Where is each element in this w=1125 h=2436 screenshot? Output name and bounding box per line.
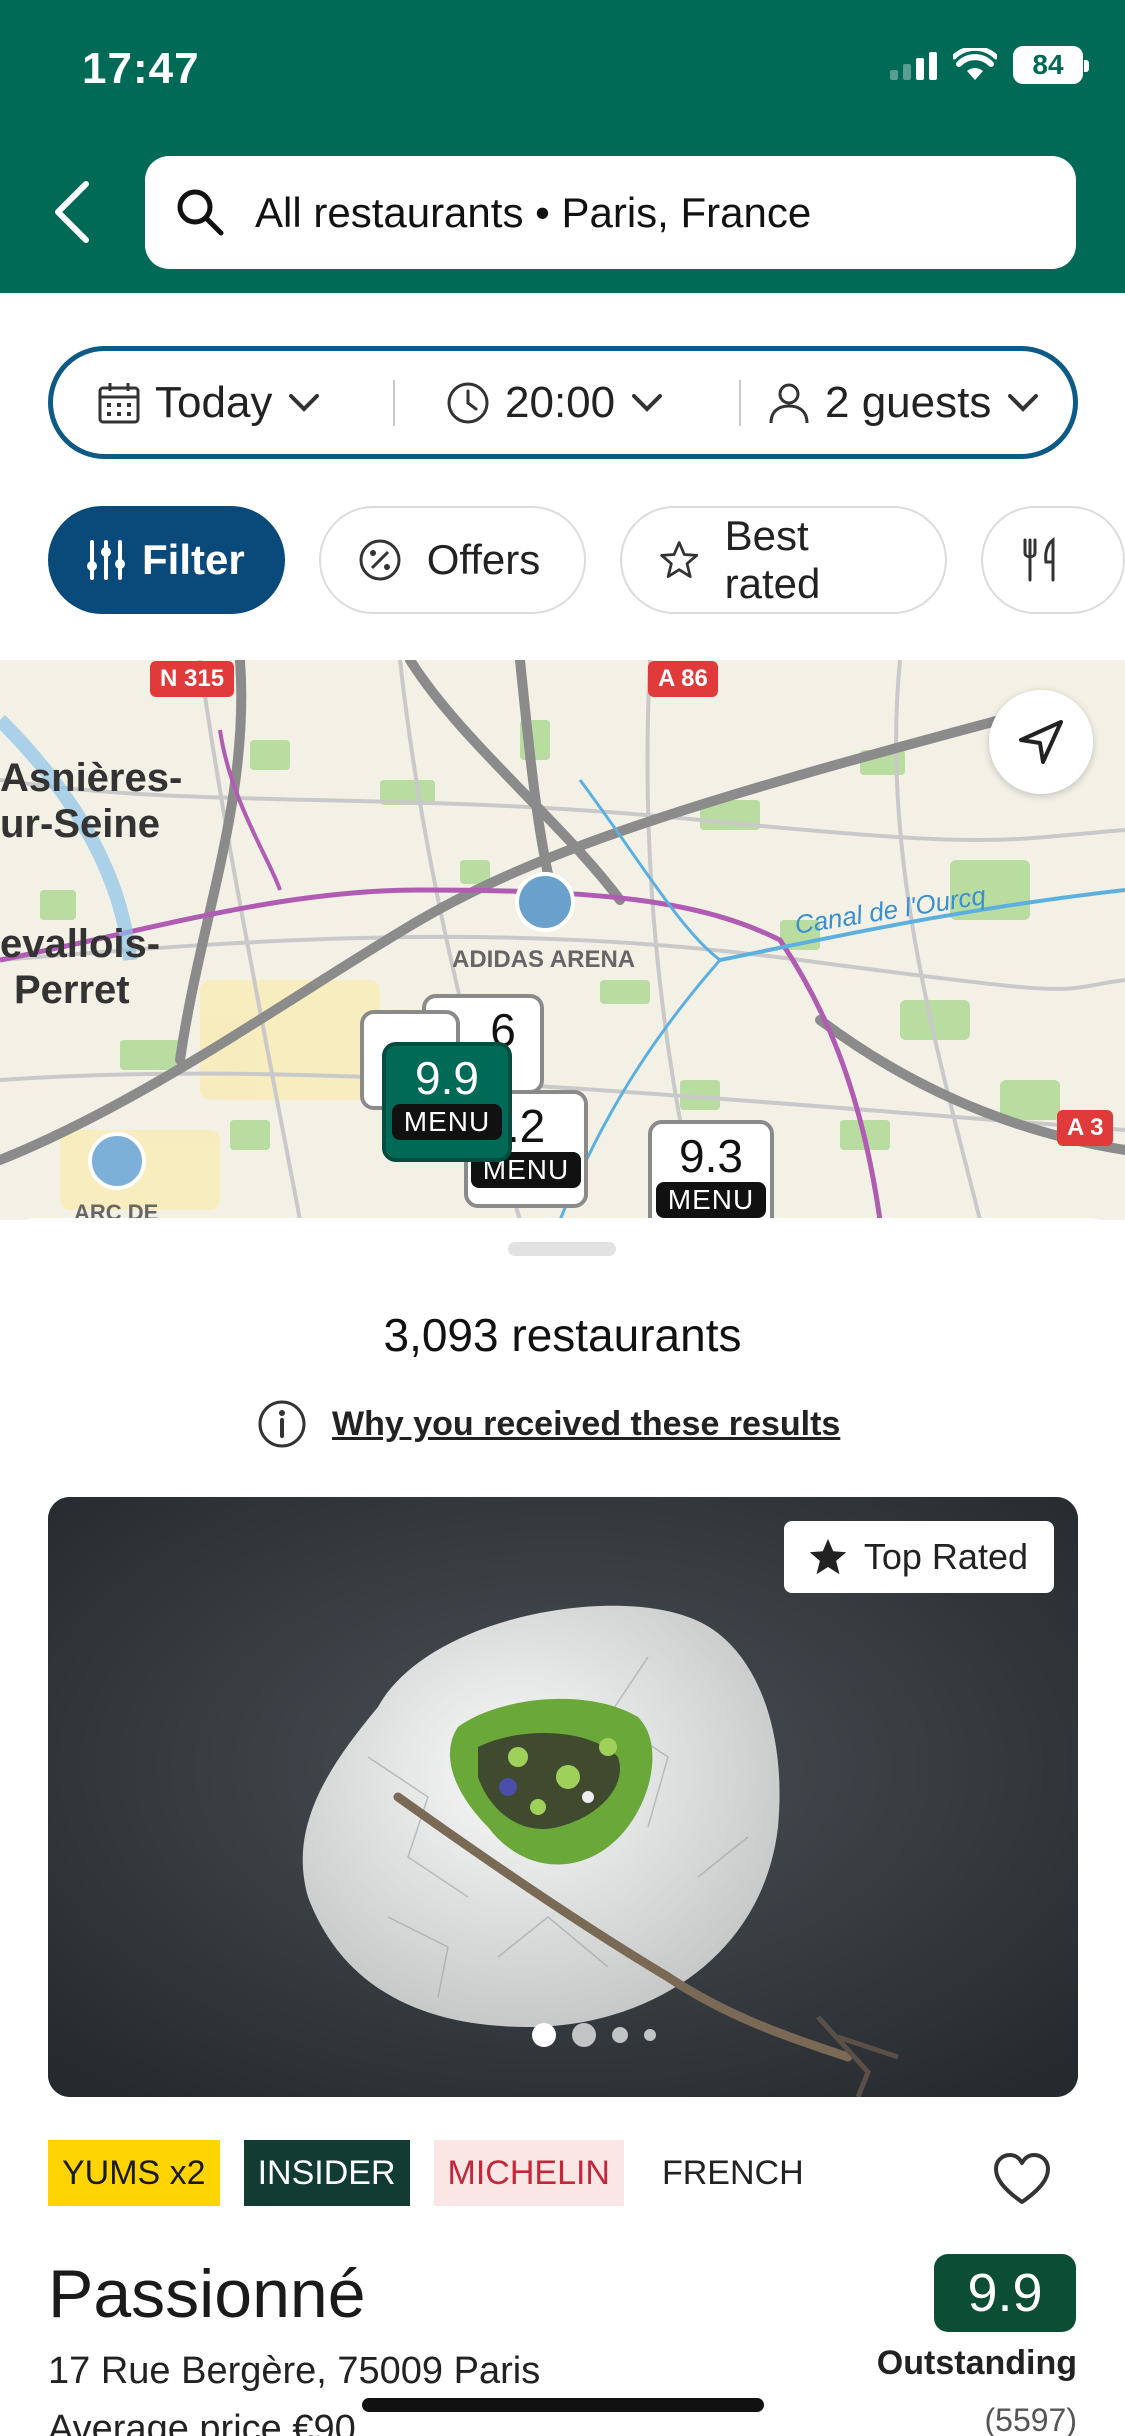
top-rated-label: Top Rated (863, 1536, 1028, 1577)
status-time: 17:47 (82, 44, 200, 93)
filter-chip-label: Filter (142, 536, 245, 583)
chevron-down-icon (632, 393, 663, 412)
pin-score: .2 (506, 1100, 546, 1152)
header: 17:47 84 All restaurants • Paris, France (0, 0, 1125, 293)
restaurant-pin-selected[interactable]: 9.9 MENU (382, 1042, 512, 1162)
battery-icon: 84 (1013, 46, 1089, 84)
road-badge-a3: A 3 (1057, 1110, 1114, 1146)
calendar-icon (98, 382, 140, 423)
wifi-icon (953, 48, 997, 80)
results-count: 3,093 restaurants (383, 1309, 742, 1361)
best-rated-chip[interactable]: Best rated (620, 506, 947, 614)
arc-poi-icon[interactable] (88, 1132, 146, 1190)
map-label-arena: ADIDAS ARENA (452, 946, 636, 973)
restaurant-photo-carousel[interactable]: Top Rated (48, 1497, 1078, 2097)
map-view[interactable]: N 315 A 86 A 3 Asnières- ur-Seine evallo… (0, 660, 1125, 1220)
location-arrow-icon (1019, 720, 1063, 764)
locate-me-button[interactable] (989, 690, 1093, 794)
map-label-levallois-2: Perret (14, 968, 130, 1012)
pin-menu-label: MENU (391, 1104, 503, 1140)
search-input[interactable]: All restaurants • Paris, France (145, 156, 1076, 269)
chevron-down-icon (289, 393, 320, 412)
carousel-dot-active[interactable] (532, 2023, 556, 2047)
rating-score-badge: 9.9 (934, 2254, 1076, 2332)
sheet-drag-handle[interactable] (508, 1242, 616, 1256)
restaurant-average-price: Average price €90 (48, 2408, 356, 2436)
pin-score: 9.3 (679, 1130, 743, 1182)
time-selector[interactable]: 20:00 (395, 351, 739, 454)
tag-insider: INSIDER (243, 2140, 410, 2206)
search-text: All restaurants • Paris, France (255, 188, 812, 236)
offers-chip[interactable]: Offers (318, 506, 587, 614)
restaurant-pin[interactable]: 9.3 MENU (648, 1120, 774, 1220)
why-results-link[interactable]: Why you received these results (256, 1398, 840, 1450)
info-icon (258, 1400, 306, 1448)
restaurant-tags: YUMS x2 INSIDER MICHELIN FRENCH (48, 2140, 818, 2206)
carousel-dot[interactable] (572, 2023, 596, 2047)
top-rated-badge: Top Rated (783, 1521, 1054, 1593)
back-arrow-icon[interactable] (44, 172, 104, 252)
map-label-asnieres: Asnières- (0, 756, 183, 800)
tag-michelin: MICHELIN (433, 2140, 624, 2206)
fork-knife-icon (1023, 537, 1055, 582)
restaurant-address: 17 Rue Bergère, 75009 Paris (48, 2350, 541, 2392)
filter-chips: Filter Offers Best rated (48, 506, 1125, 616)
heart-icon[interactable] (992, 2150, 1052, 2210)
carousel-dot[interactable] (644, 2029, 656, 2041)
star-filled-icon (809, 1538, 847, 1575)
home-indicator[interactable] (362, 2398, 764, 2412)
chevron-down-icon (1008, 393, 1039, 412)
date-label: Today (155, 377, 273, 427)
road-badge-a86: A 86 (648, 661, 718, 697)
guests-selector[interactable]: 2 guests (741, 351, 1039, 454)
map-label-levallois: evallois- (0, 922, 161, 966)
percent-icon (359, 539, 401, 581)
road-badge-n315: N 315 (150, 661, 235, 697)
arena-poi-icon[interactable] (515, 872, 575, 932)
search-icon (177, 189, 224, 235)
tag-yums: YUMS x2 (48, 2140, 220, 2206)
pin-menu-label: MENU (655, 1182, 767, 1218)
review-count: (5597) (984, 2402, 1078, 2436)
pin-score: 9.9 (415, 1052, 479, 1104)
status-icons: 84 (890, 46, 1089, 84)
cellular-signal-icon (890, 50, 937, 80)
restaurant-name[interactable]: Passionné (48, 2255, 366, 2333)
best-rated-chip-label: Best rated (724, 512, 821, 607)
tag-cuisine: FRENCH (661, 2153, 804, 2192)
guests-label: 2 guests (825, 377, 992, 427)
person-icon (769, 383, 809, 423)
map-label-asnieres-2: ur-Seine (0, 802, 161, 846)
time-label: 20:00 (505, 377, 616, 427)
map-label-arc: ARC DE (74, 1200, 159, 1220)
star-icon (660, 541, 699, 578)
why-results-text: Why you received these results (332, 1404, 841, 1443)
offers-chip-label: Offers (426, 536, 541, 583)
carousel-dot[interactable] (612, 2027, 628, 2043)
cuisine-chip[interactable] (981, 506, 1125, 614)
filter-chip[interactable]: Filter (48, 506, 285, 614)
rating-label: Outstanding (876, 2344, 1077, 2382)
booking-selector: Today 20:00 2 guests (48, 346, 1078, 459)
clock-icon (447, 382, 489, 423)
sliders-icon (87, 540, 125, 580)
date-selector[interactable]: Today (53, 351, 393, 454)
carousel-dots (532, 2023, 656, 2047)
